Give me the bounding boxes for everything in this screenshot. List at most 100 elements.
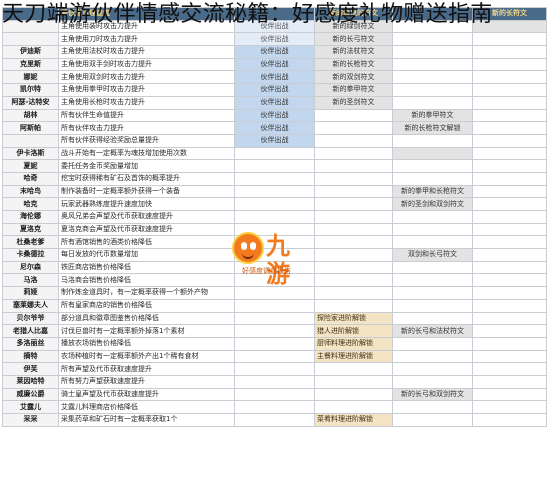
- reward-primary: 厨师料理进阶解锁: [314, 336, 393, 351]
- table-row: 阿斯帕 所有伙伴攻击力提升 伙伴出战 新的长枪符文解锁: [2, 121, 547, 135]
- reward-secondary: [392, 146, 473, 161]
- companion-effect: 玩家武器熟练度提升速度加快: [58, 197, 235, 211]
- companion-effect: 挖宝时获得稀有矿石及首饰的概率提升: [58, 171, 235, 186]
- companion-name: 马洛: [2, 273, 59, 288]
- reward-primary: 新的法杖符文: [314, 45, 393, 59]
- companion-name: 海伦娜: [2, 210, 59, 224]
- extra-cell: [472, 387, 547, 402]
- companion-table: 降低道具理速度 新的温泉的符文 新的长符文 主角使用装时攻击力提升 伙伴出战 新的绿剑符文…: [2, 7, 547, 427]
- reward-primary: [314, 235, 393, 250]
- outing-status: [234, 146, 315, 161]
- outing-status: [234, 362, 315, 376]
- reward-primary: 新的拳甲符文: [314, 83, 393, 97]
- reward-secondary: [392, 400, 473, 414]
- outing-status: [234, 336, 315, 351]
- extra-cell: [472, 260, 547, 275]
- companion-name: 威廉公爵: [2, 387, 59, 402]
- table-row: 贝尔爷爷 部分道具和徽章图鉴售价格降低 探险家进阶解锁: [2, 311, 547, 326]
- extra-cell: [472, 57, 547, 72]
- reward-primary: [314, 273, 393, 288]
- outing-status: 伙伴出战: [234, 133, 315, 148]
- companion-name: 贝尔爷爷: [2, 311, 59, 326]
- reward-primary: [314, 374, 393, 389]
- reward-secondary: [392, 95, 473, 110]
- outing-status: [234, 324, 315, 338]
- reward-secondary: [392, 32, 473, 47]
- companion-effect: 艾露儿料理商店价格降低: [58, 400, 235, 414]
- companion-name: [2, 133, 59, 148]
- companion-name: 夏洛克: [2, 222, 59, 237]
- extra-cell: [472, 349, 547, 364]
- outing-status: [234, 387, 315, 402]
- companion-effect: 所有皇家商店的销售价格降低: [58, 298, 235, 313]
- reward-secondary: [392, 311, 473, 326]
- companion-name: 末哈鸟: [2, 184, 59, 199]
- companion-effect: 战斗开始有一定概率为魂技增加使用次数: [58, 146, 235, 161]
- reward-primary: 探险家进阶解锁: [314, 311, 393, 326]
- reward-secondary: 新的长弓和双剑符文: [392, 387, 473, 402]
- table-row: 摘特 农场种植时有一定概率额外产出1个稀有食材 主餐料理进阶解锁: [2, 349, 547, 364]
- table-row: 海伦娜 奥风兄弟会声望及代币获取速度提升: [2, 210, 547, 224]
- outing-status: 伙伴出战: [234, 108, 315, 123]
- companion-effect: 制作装备时一定概率额外获得一个装备: [58, 184, 235, 199]
- table-row: 多洛丽丝 播放农场销售价格降低 厨师料理进阶解锁: [2, 336, 547, 351]
- companion-effect: 农场种植时有一定概率额外产出1个稀有食材: [58, 349, 235, 364]
- extra-cell: [472, 324, 547, 338]
- reward-primary: 主餐料理进阶解锁: [314, 349, 393, 364]
- companion-name: [2, 32, 59, 47]
- reward-primary: [314, 210, 393, 224]
- extra-cell: [472, 311, 547, 326]
- reward-secondary: [392, 83, 473, 97]
- outing-status: [234, 298, 315, 313]
- page-title: 天刀端游伙伴情感交流秘籍：好感度礼物赠送指南: [2, 2, 493, 27]
- companion-name: 哈奇: [2, 171, 59, 186]
- reward-secondary: 双剑和长弓符文: [392, 248, 473, 262]
- reward-primary: [314, 133, 393, 148]
- companion-name: 伊卡洛斯: [2, 146, 59, 161]
- companion-effect: 部分道具和徽章图鉴售价格降低: [58, 311, 235, 326]
- reward-secondary: [392, 362, 473, 376]
- extra-cell: [472, 159, 547, 173]
- companion-name: 哈克: [2, 197, 59, 211]
- reward-secondary: [392, 260, 473, 275]
- table-row: 凯尔特 主角使用拳甲时攻击力提升 伙伴出战 新的拳甲符文: [2, 83, 547, 97]
- reward-primary: [314, 248, 393, 262]
- companion-effect: 主角使用刀时攻击力提升: [58, 32, 235, 47]
- extra-cell: [472, 273, 547, 288]
- reward-secondary: [392, 133, 473, 148]
- companion-name: 夏妮: [2, 159, 59, 173]
- extra-cell: [472, 121, 547, 135]
- reward-primary: [314, 197, 393, 211]
- companion-name: 老猎人比嘉: [2, 324, 59, 338]
- companion-effect: 所有努力声望获取速度提升: [58, 374, 235, 389]
- reward-primary: [314, 108, 393, 123]
- companion-name: 凯尔特: [2, 83, 59, 97]
- table-row: 阿瑟-达特安 主角使用长枪时攻击力提升 伙伴出战 新的圣剑符文: [2, 95, 547, 110]
- outing-status: [234, 311, 315, 326]
- companion-effect: 主角使用法杖时攻击力提升: [58, 45, 235, 59]
- companion-effect: 讨伐巨兽时有一定概率额外掉落1个素材: [58, 324, 235, 338]
- companion-effect: 铁匠商店销售价格降低: [58, 260, 235, 275]
- table-row: 老猎人比嘉 讨伐巨兽时有一定概率额外掉落1个素材 猎人进阶解锁 新的长弓和法杖符文: [2, 324, 547, 338]
- companion-effect: 主角使用双手剑时攻击力提升: [58, 57, 235, 72]
- companion-effect: 主角使用双剑时攻击力提升: [58, 70, 235, 85]
- outing-status: 伙伴出战: [234, 95, 315, 110]
- outing-status: 伙伴出战: [234, 83, 315, 97]
- reward-secondary: [392, 45, 473, 59]
- extra-cell: [472, 70, 547, 85]
- companion-effect: 所有伙伴获得经验奖励总量提升: [58, 133, 235, 148]
- mascot-icon: [232, 232, 264, 264]
- table-row: 伊迪斯 主角使用法杖时攻击力提升 伙伴出战 新的法杖符文: [2, 45, 547, 59]
- reward-secondary: [392, 210, 473, 224]
- reward-primary: [314, 222, 393, 237]
- extra-cell: [472, 400, 547, 414]
- reward-primary: [314, 387, 393, 402]
- companion-effect: 夏洛克商会声望及代币获取速度提升: [58, 222, 235, 237]
- article-image: 降低道具理速度 新的温泉的符文 新的长符文 主角使用装时攻击力提升 伙伴出战 新的绿剑符文…: [0, 0, 549, 500]
- table-row: 娜妮 主角使用双剑时攻击力提升 伙伴出战 新的双剑符文: [2, 70, 547, 85]
- extra-cell: [472, 45, 547, 59]
- reward-secondary: 新的长枪符文解锁: [392, 121, 473, 135]
- companion-name: 伊迪斯: [2, 45, 59, 59]
- companion-name: 多洛丽丝: [2, 336, 59, 351]
- logo-brand: 九游: [266, 232, 290, 288]
